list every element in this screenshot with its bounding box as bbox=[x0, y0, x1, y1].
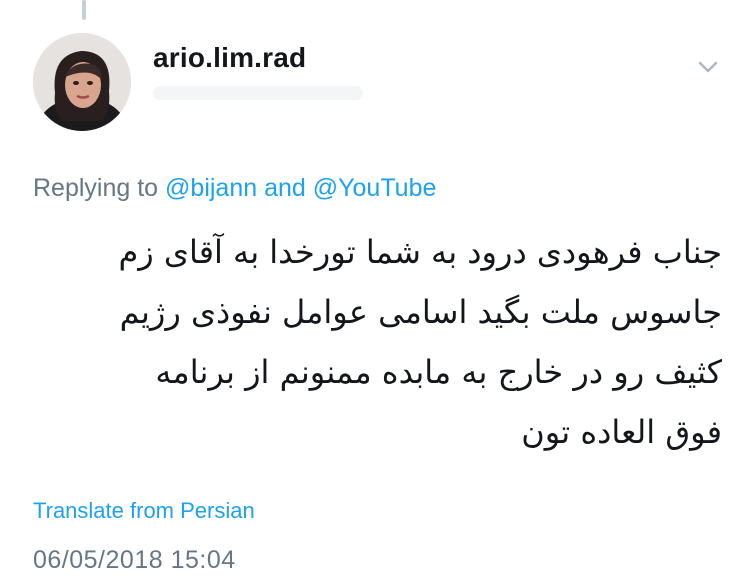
mention-link[interactable]: @bijann bbox=[165, 174, 257, 202]
username[interactable]: ario.lim.rad bbox=[153, 42, 306, 74]
profile-photo-icon bbox=[33, 33, 131, 131]
replying-prefix: Replying to bbox=[33, 174, 159, 202]
tweet-text-line: فوق العاده تون bbox=[521, 413, 722, 451]
conjunction-text: and bbox=[264, 174, 306, 202]
tweet-text-line: جاسوس ملت بگید اسامی عوامل نفوذی رژیم bbox=[119, 293, 722, 331]
avatar[interactable] bbox=[33, 33, 131, 131]
translate-link[interactable]: Translate from Persian bbox=[33, 498, 255, 524]
handle-placeholder bbox=[153, 86, 363, 100]
tweet-body: جناب فرهودی درود به شما تورخدا به آقای ز… bbox=[40, 222, 722, 462]
tweet-text-line: کثیف رو در خارج به مابده ممنونم از برنام… bbox=[155, 353, 722, 391]
thread-connector-line bbox=[82, 0, 86, 20]
mention-link[interactable]: @YouTube bbox=[313, 174, 437, 202]
tweet-text-line: جناب فرهودی درود به شما تورخدا به آقای ز… bbox=[118, 233, 722, 271]
chevron-down-icon[interactable] bbox=[697, 56, 719, 78]
replying-to-line: Replying to @bijann and @YouTube bbox=[33, 174, 436, 203]
timestamp: 06/05/2018 15:04 bbox=[33, 546, 236, 574]
